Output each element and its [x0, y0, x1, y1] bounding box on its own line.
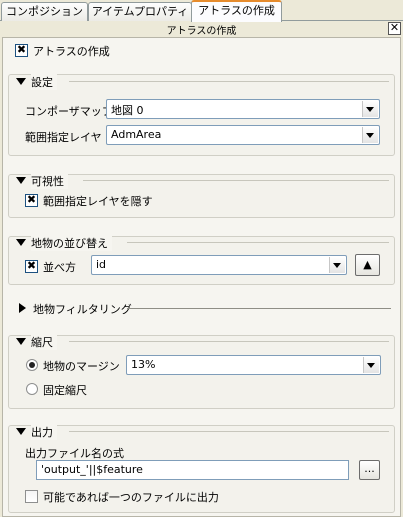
- single-file-label: 可能であれば一つのファイルに出力: [43, 491, 219, 504]
- sort-label: 並べ方: [43, 261, 76, 274]
- expression-browse-button[interactable]: ...: [359, 460, 380, 480]
- sort-field-value: id: [96, 258, 107, 271]
- filtering-divider: [127, 308, 391, 309]
- chevron-down-icon[interactable]: [362, 101, 378, 117]
- generate-atlas-label: アトラスの作成: [33, 45, 110, 58]
- output-title: 出力: [31, 424, 57, 440]
- sort-field-combo[interactable]: id: [91, 255, 347, 275]
- coverage-layer-label: 範囲指定レイヤ: [25, 131, 102, 144]
- settings-divider: [69, 81, 389, 82]
- scale-divider: [69, 341, 389, 342]
- composer-map-value: 地図 0: [111, 104, 144, 117]
- sorting-title: 地物の並び替え: [31, 235, 112, 251]
- expand-right-icon[interactable]: [19, 303, 26, 313]
- margin-radio[interactable]: [26, 359, 38, 371]
- filename-expression-input[interactable]: 'output_'||$feature: [36, 460, 349, 480]
- coverage-layer-combo[interactable]: AdmArea: [106, 125, 380, 145]
- collapse-down-icon[interactable]: [16, 239, 26, 246]
- composer-map-combo[interactable]: 地図 0: [106, 99, 380, 119]
- hide-coverage-label: 範囲指定レイヤを隠す: [43, 195, 153, 208]
- tab-composition[interactable]: コンポジション: [1, 2, 88, 21]
- sorting-divider: [127, 242, 389, 243]
- output-divider: [69, 431, 389, 432]
- dock-title: アトラスの作成: [166, 26, 237, 37]
- sort-direction-button[interactable]: ▲: [355, 254, 380, 276]
- generate-atlas-checkbox[interactable]: ✖: [15, 44, 28, 57]
- spin-arrows-icon[interactable]: [363, 357, 379, 373]
- scale-title: 縮尺: [31, 334, 57, 350]
- collapse-down-icon[interactable]: [16, 338, 26, 345]
- single-file-checkbox[interactable]: [25, 490, 38, 503]
- filtering-title[interactable]: 地物フィルタリング: [33, 301, 132, 317]
- sort-checkbox[interactable]: ✖: [25, 260, 38, 273]
- fixed-scale-radio[interactable]: [26, 383, 38, 395]
- atlas-panel: ✖ アトラスの作成 設定 コンポーザマップ 地図 0 範囲指定レイヤ AdmAr…: [2, 37, 401, 517]
- margin-spinbox[interactable]: 13%: [126, 355, 381, 375]
- chevron-down-icon[interactable]: [362, 127, 378, 143]
- settings-title: 設定: [31, 74, 57, 90]
- margin-label: 地物のマージン: [43, 360, 120, 373]
- tab-atlas-generation[interactable]: アトラスの作成: [191, 0, 282, 22]
- visibility-divider: [83, 180, 389, 181]
- visibility-title: 可視性: [31, 173, 68, 189]
- fixed-scale-label: 固定縮尺: [43, 384, 87, 397]
- composer-map-label: コンポーザマップ: [25, 105, 113, 118]
- close-icon[interactable]: ✕: [388, 22, 401, 35]
- chevron-down-icon[interactable]: [329, 257, 345, 273]
- filename-expression-label: 出力ファイル名の式: [25, 447, 124, 460]
- tab-item-properties[interactable]: アイテムプロパティ: [88, 2, 192, 21]
- collapse-down-icon[interactable]: [16, 428, 26, 435]
- margin-value: 13%: [131, 358, 156, 371]
- dock-title-bar: アトラスの作成 ✕: [0, 21, 403, 37]
- hide-coverage-checkbox[interactable]: ✖: [25, 194, 38, 207]
- tab-bar: コンポジション アイテムプロパティ アトラスの作成: [0, 0, 403, 22]
- coverage-layer-value: AdmArea: [111, 128, 162, 141]
- collapse-down-icon[interactable]: [16, 78, 26, 85]
- collapse-down-icon[interactable]: [16, 177, 26, 184]
